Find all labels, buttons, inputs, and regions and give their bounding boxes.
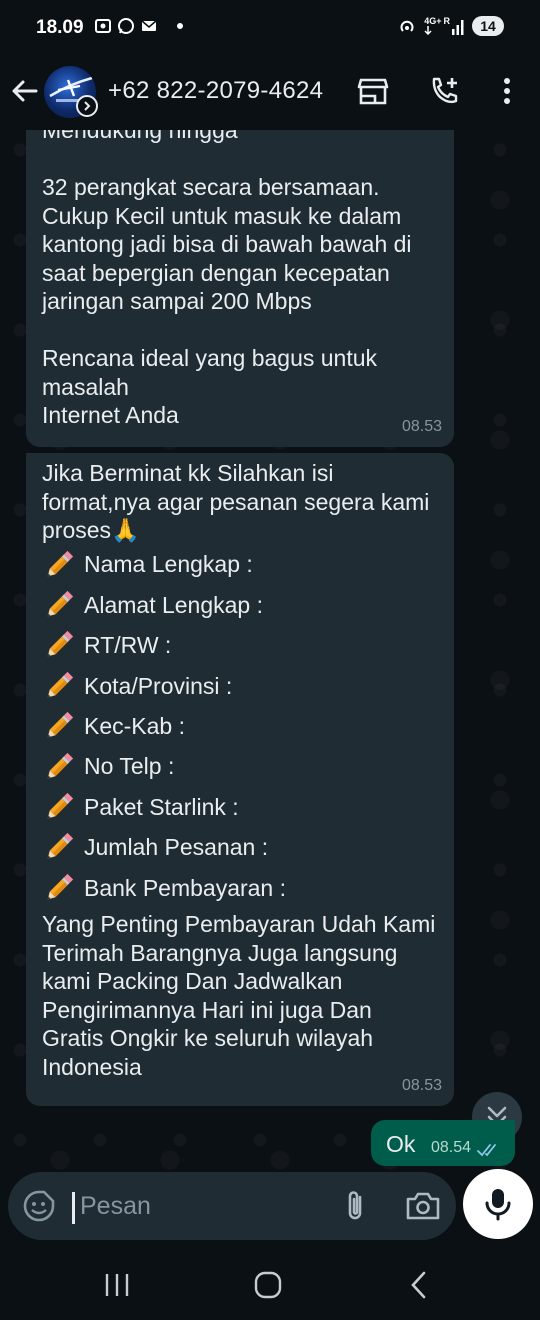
form-field-row: Alamat Lengkap :: [42, 585, 438, 625]
message-text: Jika Berminat kk Silahkan isi format,nya…: [42, 460, 430, 543]
network-indicator: 4G+ R: [424, 17, 464, 35]
message-bubble-outgoing[interactable]: Ok 08.54: [371, 1120, 515, 1166]
system-navigation-bar: [0, 1248, 540, 1320]
form-field-row: RT/RW :: [42, 625, 438, 665]
status-bar: 18.09 4G+ R 14: [0, 0, 540, 58]
form-field-label: Paket Starlink :: [84, 793, 239, 820]
mail-icon: [141, 20, 157, 31]
form-field-label: Kec-Kab :: [84, 713, 185, 739]
status-time: 18.09: [36, 17, 84, 38]
form-field-row: No Telp :: [42, 746, 438, 786]
form-field-label: Jumlah Pesanan :: [84, 834, 269, 861]
form-field-row: Kec-Kab :: [42, 706, 438, 746]
message-bubble-incoming[interactable]: Mendukung hingga 32 perangkat secara ber…: [26, 130, 454, 447]
battery-level: 14: [472, 16, 504, 36]
form-field-list: Nama Lengkap : Alamat Lengkap : RT/RW : Kot…: [42, 545, 438, 909]
chat-header: +62 822-2079-4624: [0, 58, 540, 130]
network-type: 4G+: [424, 16, 442, 26]
message-text: Mendukung hingga 32 perangkat secara ber…: [42, 130, 412, 428]
message-composer: [8, 1172, 456, 1240]
pencil-icon: [47, 631, 74, 657]
text-caret: [72, 1192, 75, 1224]
hotspot-icon: [400, 20, 414, 32]
chat-messages[interactable]: Mendukung hingga 32 perangkat secara ber…: [0, 130, 540, 1175]
system-indicators: 4G+ R 14: [398, 16, 504, 36]
pencil-icon: [47, 712, 74, 738]
data-arrows-icon: [424, 26, 432, 35]
form-field-label: Nama Lengkap :: [84, 551, 253, 578]
contact-name[interactable]: +62 822-2079-4624: [108, 77, 323, 105]
message-time: 08.53: [401, 417, 442, 435]
message-time: 08.54: [430, 1138, 471, 1156]
more-notifications-dot: [177, 23, 183, 29]
emoji-sticker-icon[interactable]: [22, 1189, 56, 1223]
message-input[interactable]: [80, 1186, 330, 1226]
storefront-icon[interactable]: [356, 74, 390, 108]
message-text: Yang Penting Pembayaran Udah Kami Terima…: [42, 911, 436, 1080]
notification-icons: [94, 17, 183, 35]
form-field-row: Jumlah Pesanan :: [42, 827, 438, 867]
form-field-label: Bank Pembayaran :: [84, 874, 287, 901]
form-field-row: Paket Starlink :: [42, 787, 438, 827]
chevron-right-icon: [84, 101, 91, 111]
pencil-icon: [47, 833, 74, 859]
form-field-label: No Telp :: [84, 753, 175, 780]
form-field-label: Alamat Lengkap :: [84, 591, 264, 618]
whatsapp-icon: [118, 18, 134, 34]
voice-message-button[interactable]: [463, 1169, 533, 1239]
paperclip-icon[interactable]: [338, 1188, 374, 1224]
form-field-row: Kota/Provinsi :: [42, 666, 438, 706]
signal-bars-icon: [452, 20, 464, 35]
form-field-row: Bank Pembayaran :: [42, 868, 438, 908]
add-call-icon[interactable]: [428, 74, 462, 108]
pencil-icon: [47, 752, 74, 778]
back-arrow-icon[interactable]: [8, 74, 42, 108]
message-text: Ok: [386, 1131, 416, 1157]
form-field-label: RT/RW :: [84, 632, 172, 659]
status-badge: [76, 95, 98, 117]
pencil-icon: [47, 873, 74, 900]
pencil-icon: [47, 792, 74, 819]
microphone-icon: [485, 1189, 511, 1221]
message-bubble-incoming[interactable]: Jika Berminat kk Silahkan isi format,nya…: [26, 453, 454, 1106]
form-field-row: Nama Lengkap :: [42, 545, 438, 585]
message-time: 08.53: [401, 1076, 442, 1094]
pencil-icon: [47, 590, 74, 617]
camera-icon[interactable]: [404, 1188, 442, 1224]
nav-back-icon[interactable]: [404, 1270, 434, 1300]
more-vertical-icon[interactable]: [490, 74, 524, 108]
roaming-indicator: R: [443, 16, 451, 26]
home-icon[interactable]: [253, 1270, 283, 1300]
screenshot-icon: [95, 19, 111, 33]
read-receipt-icon: [477, 1144, 496, 1157]
pencil-icon: [47, 550, 74, 577]
form-field-label: Kota/Provinsi :: [84, 672, 233, 699]
pencil-icon: [47, 671, 74, 698]
recent-apps-icon[interactable]: [102, 1270, 132, 1300]
